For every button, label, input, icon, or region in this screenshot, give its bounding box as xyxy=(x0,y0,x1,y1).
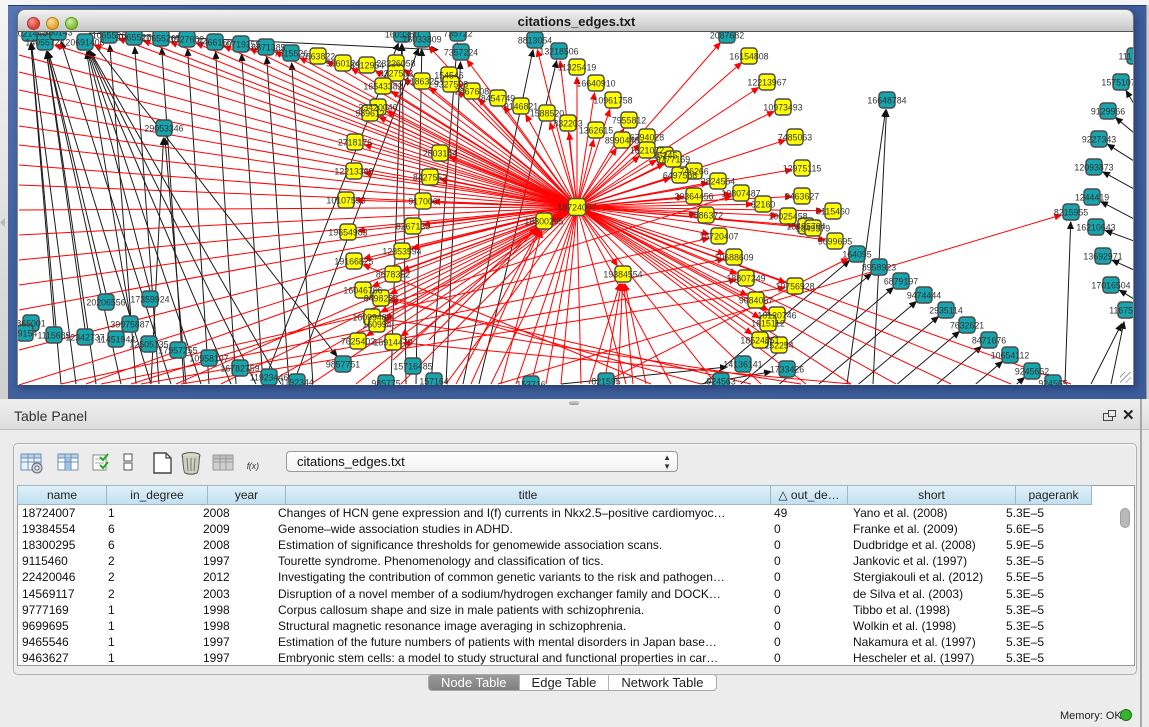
svg-text:8267130: 8267130 xyxy=(396,222,430,232)
svg-text:8678352: 8678352 xyxy=(376,270,410,280)
svg-text:13692971: 13692971 xyxy=(1083,252,1122,262)
svg-text:19166825: 19166825 xyxy=(334,257,373,267)
svg-text:14136141: 14136141 xyxy=(723,360,762,370)
svg-text:62160: 62160 xyxy=(751,200,776,210)
svg-text:7485063: 7485063 xyxy=(778,133,812,143)
svg-text:10025458: 10025458 xyxy=(768,212,807,222)
svg-text:1117233: 1117233 xyxy=(1119,52,1134,62)
svg-text:9129966: 9129966 xyxy=(1091,107,1125,117)
svg-text:10958107: 10958107 xyxy=(189,354,228,364)
svg-text:6794028: 6794028 xyxy=(630,133,664,143)
svg-text:15720407: 15720407 xyxy=(699,232,738,242)
svg-text:10688609: 10688609 xyxy=(714,253,753,263)
svg-text:16914479: 16914479 xyxy=(373,338,412,348)
svg-text:15716485: 15716485 xyxy=(393,362,432,372)
svg-text:18807249: 18807249 xyxy=(726,274,765,284)
svg-text:15751074: 15751074 xyxy=(1101,78,1134,88)
svg-text:8215955: 8215955 xyxy=(1054,208,1088,218)
svg-text:12353594: 12353594 xyxy=(382,247,421,257)
svg-text:9084067: 9084067 xyxy=(739,296,773,306)
svg-text:2803144: 2803144 xyxy=(423,149,457,159)
svg-text:1615112: 1615112 xyxy=(751,319,785,329)
svg-text:8958923: 8958923 xyxy=(862,263,896,273)
svg-text:1362615: 1362615 xyxy=(579,126,613,136)
svg-text:9463627: 9463627 xyxy=(785,192,819,202)
svg-text:29053346: 29053346 xyxy=(144,124,183,134)
svg-text:9474444: 9474444 xyxy=(907,291,941,301)
svg-text:39975887: 39975887 xyxy=(110,320,149,330)
svg-text:12213967: 12213967 xyxy=(747,78,786,88)
svg-text:8813054: 8813054 xyxy=(518,36,552,46)
svg-text:917006: 917006 xyxy=(408,197,437,207)
svg-text:8471676: 8471676 xyxy=(972,336,1006,346)
svg-text:1733426: 1733426 xyxy=(770,365,804,375)
svg-text:1192344: 1192344 xyxy=(280,378,314,386)
svg-text:16648784: 16648784 xyxy=(867,96,906,106)
svg-text:7625402: 7625402 xyxy=(341,337,375,347)
svg-text:7886372: 7886372 xyxy=(689,211,723,221)
svg-text:7632621: 7632621 xyxy=(950,321,984,331)
svg-text:9227343: 9227343 xyxy=(1082,135,1116,145)
svg-text:9245652: 9245652 xyxy=(1015,367,1049,377)
svg-text:16640910: 16640910 xyxy=(576,79,615,89)
svg-text:39154: 39154 xyxy=(18,329,37,339)
svg-text:19654983: 19654983 xyxy=(328,228,367,238)
svg-text:924563: 924563 xyxy=(706,377,735,386)
svg-text:985775: 985775 xyxy=(371,379,400,386)
svg-text:9115460: 9115460 xyxy=(816,207,850,217)
svg-text:865001: 865001 xyxy=(18,319,46,329)
svg-text:924565: 924565 xyxy=(1038,379,1067,386)
svg-text:160994: 160994 xyxy=(362,320,391,330)
svg-text:1849579: 1849579 xyxy=(796,224,830,234)
svg-text:10961758: 10961758 xyxy=(593,96,632,106)
svg-text:9777169: 9777169 xyxy=(656,155,690,165)
svg-text:10654112: 10654112 xyxy=(991,351,1030,361)
svg-text:11325419: 11325419 xyxy=(558,63,597,73)
svg-text:989612: 989612 xyxy=(355,109,384,119)
svg-text:1244419: 1244419 xyxy=(1075,193,1109,203)
svg-text:23226058: 23226058 xyxy=(376,59,415,69)
svg-text:2087682: 2087682 xyxy=(710,32,744,41)
svg-text:2718176: 2718176 xyxy=(338,138,372,148)
svg-text:3824554: 3824554 xyxy=(701,177,735,187)
svg-text:12093873: 12093873 xyxy=(1074,163,1113,173)
svg-text:12975115: 12975115 xyxy=(783,164,822,174)
svg-text:13218506: 13218506 xyxy=(539,47,578,57)
svg-text:17359924: 17359924 xyxy=(130,295,169,305)
svg-text:153716: 153716 xyxy=(516,380,545,386)
svg-text:735722: 735722 xyxy=(443,32,472,39)
svg-text:6497568: 6497568 xyxy=(663,171,697,181)
svg-text:252254: 252254 xyxy=(764,341,793,351)
svg-text:16033809: 16033809 xyxy=(402,35,441,45)
svg-text:10973493: 10973493 xyxy=(763,103,802,113)
svg-text:1588520: 1588520 xyxy=(530,109,564,119)
svg-text:12213369: 12213369 xyxy=(334,167,373,177)
svg-text:(x): (x) xyxy=(249,461,259,471)
svg-text:157164: 157164 xyxy=(419,377,448,386)
svg-text:7955812: 7955812 xyxy=(612,116,646,126)
svg-text:10107553: 10107553 xyxy=(326,196,365,206)
svg-text:9857751: 9857751 xyxy=(326,360,360,370)
svg-text:17016504: 17016504 xyxy=(1091,281,1130,291)
svg-text:19756928: 19756928 xyxy=(775,282,814,292)
svg-text:16154808: 16154808 xyxy=(729,52,768,62)
svg-text:10807487: 10807487 xyxy=(721,189,760,199)
svg-text:20364456: 20364456 xyxy=(674,192,713,202)
svg-text:14055724: 14055724 xyxy=(25,38,64,48)
svg-text:8498222: 8498222 xyxy=(364,294,398,304)
svg-text:164095: 164095 xyxy=(842,250,871,260)
svg-text:7357224: 7357224 xyxy=(444,48,478,58)
svg-text:19384554: 19384554 xyxy=(603,270,642,280)
svg-text:1167533: 1167533 xyxy=(1109,306,1134,316)
svg-text:20206556: 20206556 xyxy=(86,298,125,308)
svg-text:16210643: 16210643 xyxy=(1076,223,1115,233)
svg-text:9699695: 9699695 xyxy=(818,237,852,247)
svg-text:16543382: 16543382 xyxy=(363,82,402,92)
svg-text:821595: 821595 xyxy=(591,377,620,386)
svg-text:8427552: 8427552 xyxy=(413,173,447,183)
svg-text:6879197: 6879197 xyxy=(884,277,918,287)
svg-text:18300295: 18300295 xyxy=(524,217,563,227)
svg-text:2935114: 2935114 xyxy=(929,306,963,316)
svg-text:18724007: 18724007 xyxy=(557,203,596,213)
